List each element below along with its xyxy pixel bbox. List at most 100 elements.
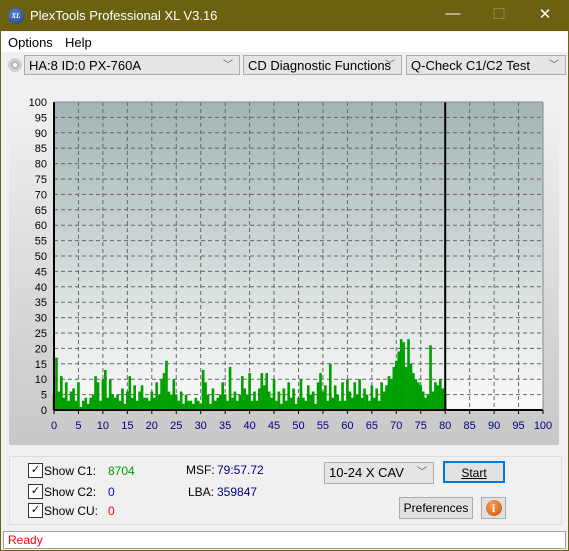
x-tick-label: 55: [317, 420, 329, 432]
c1-bar: [118, 400, 122, 410]
menu-help[interactable]: Help: [65, 35, 92, 50]
c1-bar: [96, 382, 100, 410]
c1-bar: [94, 376, 97, 410]
y-tick-label: 85: [35, 143, 47, 155]
speed-select[interactable]: 10-24 X CAV ﹀: [324, 462, 434, 484]
toolbar: HA:8 ID:0 PX-760A ﹀ CD Diagnostic Functio…: [1, 53, 568, 79]
c1-bar: [89, 397, 92, 410]
c1-bar: [311, 391, 315, 410]
status-text: Ready: [8, 533, 43, 547]
c1-bar: [250, 400, 254, 410]
c1-bar: [143, 397, 146, 410]
c1-bar: [326, 400, 330, 410]
y-tick-label: 5: [41, 390, 47, 402]
c1-bar: [155, 382, 159, 410]
c1-bar: [113, 397, 117, 410]
c1-bar: [108, 379, 112, 410]
c1-bar: [375, 388, 379, 410]
chart-panel: 0 5 10 15 20 25 30 35 40 45 50 55 60 65 70 75 80 85 90 95 10…: [9, 87, 559, 445]
c1-bar: [399, 339, 403, 410]
info-button[interactable]: i: [481, 497, 506, 519]
c1-bar: [416, 382, 420, 410]
show-cu-checkbox[interactable]: ✓: [28, 503, 43, 518]
c1-bar: [297, 397, 300, 410]
c1-bar: [206, 394, 210, 410]
c1-bar: [162, 373, 166, 410]
info-icon: i: [485, 500, 502, 516]
c1-bar: [419, 385, 423, 410]
c1-bar: [233, 391, 237, 410]
c1-bar: [64, 382, 68, 410]
drive-select[interactable]: HA:8 ID:0 PX-760A ﹀: [24, 55, 240, 75]
c1-bar: [84, 397, 88, 410]
maximize-button[interactable]: ☐: [484, 5, 514, 23]
c1-bar: [204, 382, 207, 410]
test-select[interactable]: Q-Check C1/C2 Test ﹀: [406, 55, 566, 75]
c1-bar: [148, 400, 151, 410]
c1-bar: [138, 391, 141, 410]
c1-bar: [77, 382, 80, 410]
c1-bar: [397, 351, 401, 410]
c1-bar: [165, 360, 168, 410]
y-tick-label: 15: [35, 359, 47, 371]
start-button[interactable]: Start: [443, 461, 505, 483]
x-tick-label: 5: [75, 420, 81, 432]
c1-bar: [72, 388, 75, 410]
close-button[interactable]: ✕: [530, 5, 560, 23]
c1-bar: [91, 394, 95, 410]
c1-bar: [245, 394, 249, 410]
c1-bar: [179, 391, 183, 410]
y-tick-label: 40: [35, 282, 47, 294]
c1-bar: [74, 400, 78, 410]
chevron-down-icon: ﹀: [223, 60, 233, 71]
menu-options[interactable]: Options: [8, 35, 53, 50]
y-tick-label: 90: [35, 128, 47, 140]
c1-bar: [438, 379, 442, 410]
y-tick-label: 80: [35, 159, 47, 171]
x-tick-label: 85: [464, 420, 476, 432]
c1-bar: [128, 376, 132, 410]
c1-bar: [394, 360, 398, 410]
c1-bar: [424, 397, 427, 410]
c1-bar: [221, 382, 225, 410]
c1-bar: [387, 376, 391, 410]
c1-bar: [60, 376, 63, 410]
c1-bar: [309, 394, 313, 410]
x-tick-label: 20: [146, 420, 158, 432]
x-tick-label: 65: [366, 420, 378, 432]
c1-bar: [67, 400, 70, 410]
c1-bar: [414, 379, 418, 410]
c1-bar: [319, 373, 322, 410]
x-tick-label: 60: [341, 420, 353, 432]
c1-bar: [292, 388, 295, 410]
c1-bar: [265, 373, 269, 410]
show-c2-checkbox[interactable]: ✓: [28, 484, 43, 499]
y-tick-label: 0: [41, 405, 47, 417]
c1-bar: [338, 400, 342, 410]
c1-bar: [157, 394, 161, 410]
preferences-button[interactable]: Preferences: [399, 497, 473, 519]
function-select[interactable]: CD Diagnostic Functions ﹀: [243, 55, 402, 75]
c1-bar: [429, 345, 432, 410]
c1-bar: [324, 385, 327, 410]
y-tick-label: 25: [35, 328, 47, 340]
c1-bar: [121, 388, 124, 410]
drive-value: HA:8 ID:0 PX-760A: [29, 58, 141, 73]
c1-bar: [370, 385, 374, 410]
c1-bar: [407, 339, 410, 410]
test-value: Q-Check C1/C2 Test: [411, 58, 530, 73]
c1-bar: [343, 400, 347, 410]
c1-bar: [436, 385, 440, 410]
minimize-button[interactable]: —: [438, 5, 468, 22]
c1-bar: [172, 379, 176, 410]
chevron-down-icon: ﹀: [417, 467, 427, 478]
c1-bar: [355, 394, 359, 410]
menu-bar: Options Help: [1, 32, 568, 52]
y-tick-label: 20: [35, 343, 47, 355]
x-tick-label: 10: [97, 420, 109, 432]
msf-label: MSF:: [186, 463, 215, 477]
c1-bar: [350, 397, 354, 410]
show-c1-checkbox[interactable]: ✓: [28, 463, 43, 478]
c1-bar: [177, 400, 181, 410]
x-tick-label: 15: [121, 420, 133, 432]
